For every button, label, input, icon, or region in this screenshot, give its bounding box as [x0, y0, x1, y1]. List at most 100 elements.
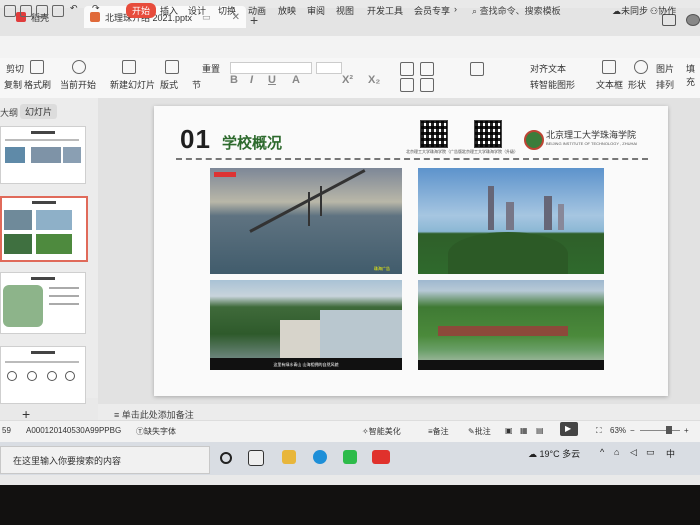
- arrange-button[interactable]: 排列: [656, 78, 674, 91]
- layout-button[interactable]: 版式: [160, 78, 178, 91]
- sync-status[interactable]: ☁未同步: [612, 4, 648, 17]
- slide-thumbnail-selected[interactable]: [0, 196, 88, 262]
- wps-icon[interactable]: [372, 450, 390, 464]
- monitor-bezel: [0, 485, 700, 525]
- new-slide-icon[interactable]: [122, 60, 136, 74]
- copy-button[interactable]: 复制: [4, 78, 22, 91]
- paste-icon[interactable]: [30, 60, 44, 74]
- font-color-button[interactable]: A: [292, 74, 300, 86]
- fill-button[interactable]: 填充: [686, 62, 700, 88]
- file-explorer-icon[interactable]: [282, 450, 296, 464]
- redo-icon[interactable]: ↷: [92, 3, 100, 14]
- zoom-slider-handle[interactable]: [666, 426, 672, 434]
- font-name-select[interactable]: [230, 62, 312, 74]
- menu-developer[interactable]: 开发工具: [367, 4, 403, 17]
- sorter-view-icon[interactable]: ▦: [520, 426, 528, 435]
- ime-indicator[interactable]: 中: [666, 447, 675, 460]
- textbox-icon[interactable]: [602, 60, 616, 74]
- menu-slideshow[interactable]: 放映: [278, 4, 296, 17]
- slide-thumbnail[interactable]: [0, 126, 86, 184]
- smart-graphic-button[interactable]: 转智能图形: [530, 78, 575, 91]
- text-direction-icon[interactable]: [470, 62, 484, 76]
- align-center-icon[interactable]: [420, 78, 434, 92]
- battery-icon[interactable]: ▭: [646, 447, 655, 458]
- search-icon: ⌕: [472, 6, 478, 16]
- network-icon[interactable]: ⌂: [614, 447, 619, 457]
- align-text-button[interactable]: 对齐文本: [530, 62, 566, 75]
- tab-outline[interactable]: 大纲: [0, 106, 18, 119]
- volume-icon[interactable]: ◁: [630, 447, 637, 458]
- align-left-icon[interactable]: [400, 78, 414, 92]
- menu-vip[interactable]: 会员专享: [414, 4, 450, 17]
- shape-button[interactable]: 形状: [628, 78, 646, 91]
- edge-icon[interactable]: [313, 450, 327, 464]
- italic-button[interactable]: I: [250, 74, 253, 86]
- zoom-out-icon[interactable]: −: [630, 426, 635, 435]
- menu-transition[interactable]: 切换: [218, 4, 236, 17]
- notes-toggle-button[interactable]: ≡备注: [428, 426, 449, 437]
- cut-button[interactable]: 剪切: [6, 62, 24, 75]
- menu-home[interactable]: 开始: [126, 3, 157, 18]
- zoom-in-icon[interactable]: +: [684, 426, 689, 435]
- menu-view[interactable]: 视图: [336, 4, 354, 17]
- font-size-select[interactable]: [316, 62, 342, 74]
- print-preview-icon[interactable]: [52, 5, 64, 17]
- missing-font-button[interactable]: Ⓣ缺失字体: [136, 426, 176, 437]
- menu-design[interactable]: 设计: [188, 4, 206, 17]
- undo-icon[interactable]: ↶: [70, 3, 78, 14]
- reset-button[interactable]: 重置: [202, 62, 220, 75]
- university-name: 北京理工大学珠海学院: [546, 130, 637, 140]
- number-list-icon[interactable]: [420, 62, 434, 76]
- menu-more-icon[interactable]: ›: [454, 4, 457, 14]
- subscript-button[interactable]: X₂: [368, 74, 380, 86]
- comment-icon: ✎: [468, 427, 475, 436]
- menu-review[interactable]: 审阅: [307, 4, 325, 17]
- tray-chevron-icon[interactable]: ^: [600, 447, 604, 457]
- weather-widget[interactable]: ☁ 19°C 多云: [528, 447, 580, 460]
- avatar[interactable]: [686, 14, 700, 26]
- tab-slides[interactable]: 幻灯片: [20, 104, 58, 119]
- command-search[interactable]: ⌕ 查找命令、搜索模板: [472, 4, 561, 17]
- collab-button[interactable]: ⚇协作: [650, 4, 676, 17]
- layout-icon[interactable]: [165, 60, 179, 74]
- photo-caption: 珠海广告: [374, 266, 390, 271]
- wechat-icon[interactable]: [343, 450, 357, 464]
- command-search-placeholder: 查找命令、搜索模板: [479, 6, 561, 16]
- normal-view-icon[interactable]: ▣: [505, 426, 513, 435]
- menu-animation[interactable]: 动画: [248, 4, 266, 17]
- from-current-button[interactable]: 当前开始: [60, 78, 96, 91]
- underline-button[interactable]: U: [268, 74, 276, 86]
- play-from-current-icon[interactable]: [72, 60, 86, 74]
- fit-window-icon[interactable]: ⛶: [596, 426, 602, 436]
- campus-photo: [418, 280, 604, 370]
- university-logo: [524, 130, 544, 150]
- slide-thumbnail[interactable]: [0, 272, 86, 334]
- smart-beautify-button[interactable]: ✧智能美化: [362, 426, 401, 437]
- print-icon[interactable]: [36, 5, 48, 17]
- slide-thumbnail[interactable]: [0, 346, 86, 404]
- bridge-photo: 珠海广告: [210, 168, 402, 274]
- beautify-icon: ✧: [362, 427, 369, 436]
- zoom-level: 63%: [610, 426, 627, 435]
- bold-button[interactable]: B: [230, 74, 238, 86]
- slide[interactable]: 01 学校概况 北京理工大学珠海学院（广告版） 北京理工大学珠海学院（升级） 北…: [154, 106, 668, 396]
- save-icon[interactable]: [20, 5, 32, 17]
- superscript-button[interactable]: X²: [342, 74, 353, 86]
- menu-insert[interactable]: 插入: [160, 4, 178, 17]
- taskbar-search[interactable]: 在这里输入你要搜索的内容: [0, 446, 210, 474]
- textbox-button[interactable]: 文本框: [596, 78, 623, 91]
- format-painter-button[interactable]: 格式刷: [24, 78, 51, 91]
- new-slide-button[interactable]: 新建幻灯片: [110, 78, 155, 91]
- bullet-list-icon[interactable]: [400, 62, 414, 76]
- section-button[interactable]: 节: [192, 78, 201, 91]
- university-name-en: BEIJING INSTITUTE OF TECHNOLOGY , ZHUHAI: [546, 141, 638, 146]
- zoom-slider[interactable]: [640, 430, 680, 431]
- cortana-icon[interactable]: [220, 452, 232, 464]
- comments-button[interactable]: ✎批注: [468, 426, 491, 437]
- menu-icon[interactable]: [4, 5, 16, 17]
- picture-button[interactable]: 图片: [656, 62, 674, 75]
- shape-icon[interactable]: [634, 60, 648, 74]
- skyline-photo: [418, 168, 604, 274]
- reading-view-icon[interactable]: ▤: [536, 426, 544, 435]
- task-view-icon[interactable]: [248, 450, 264, 466]
